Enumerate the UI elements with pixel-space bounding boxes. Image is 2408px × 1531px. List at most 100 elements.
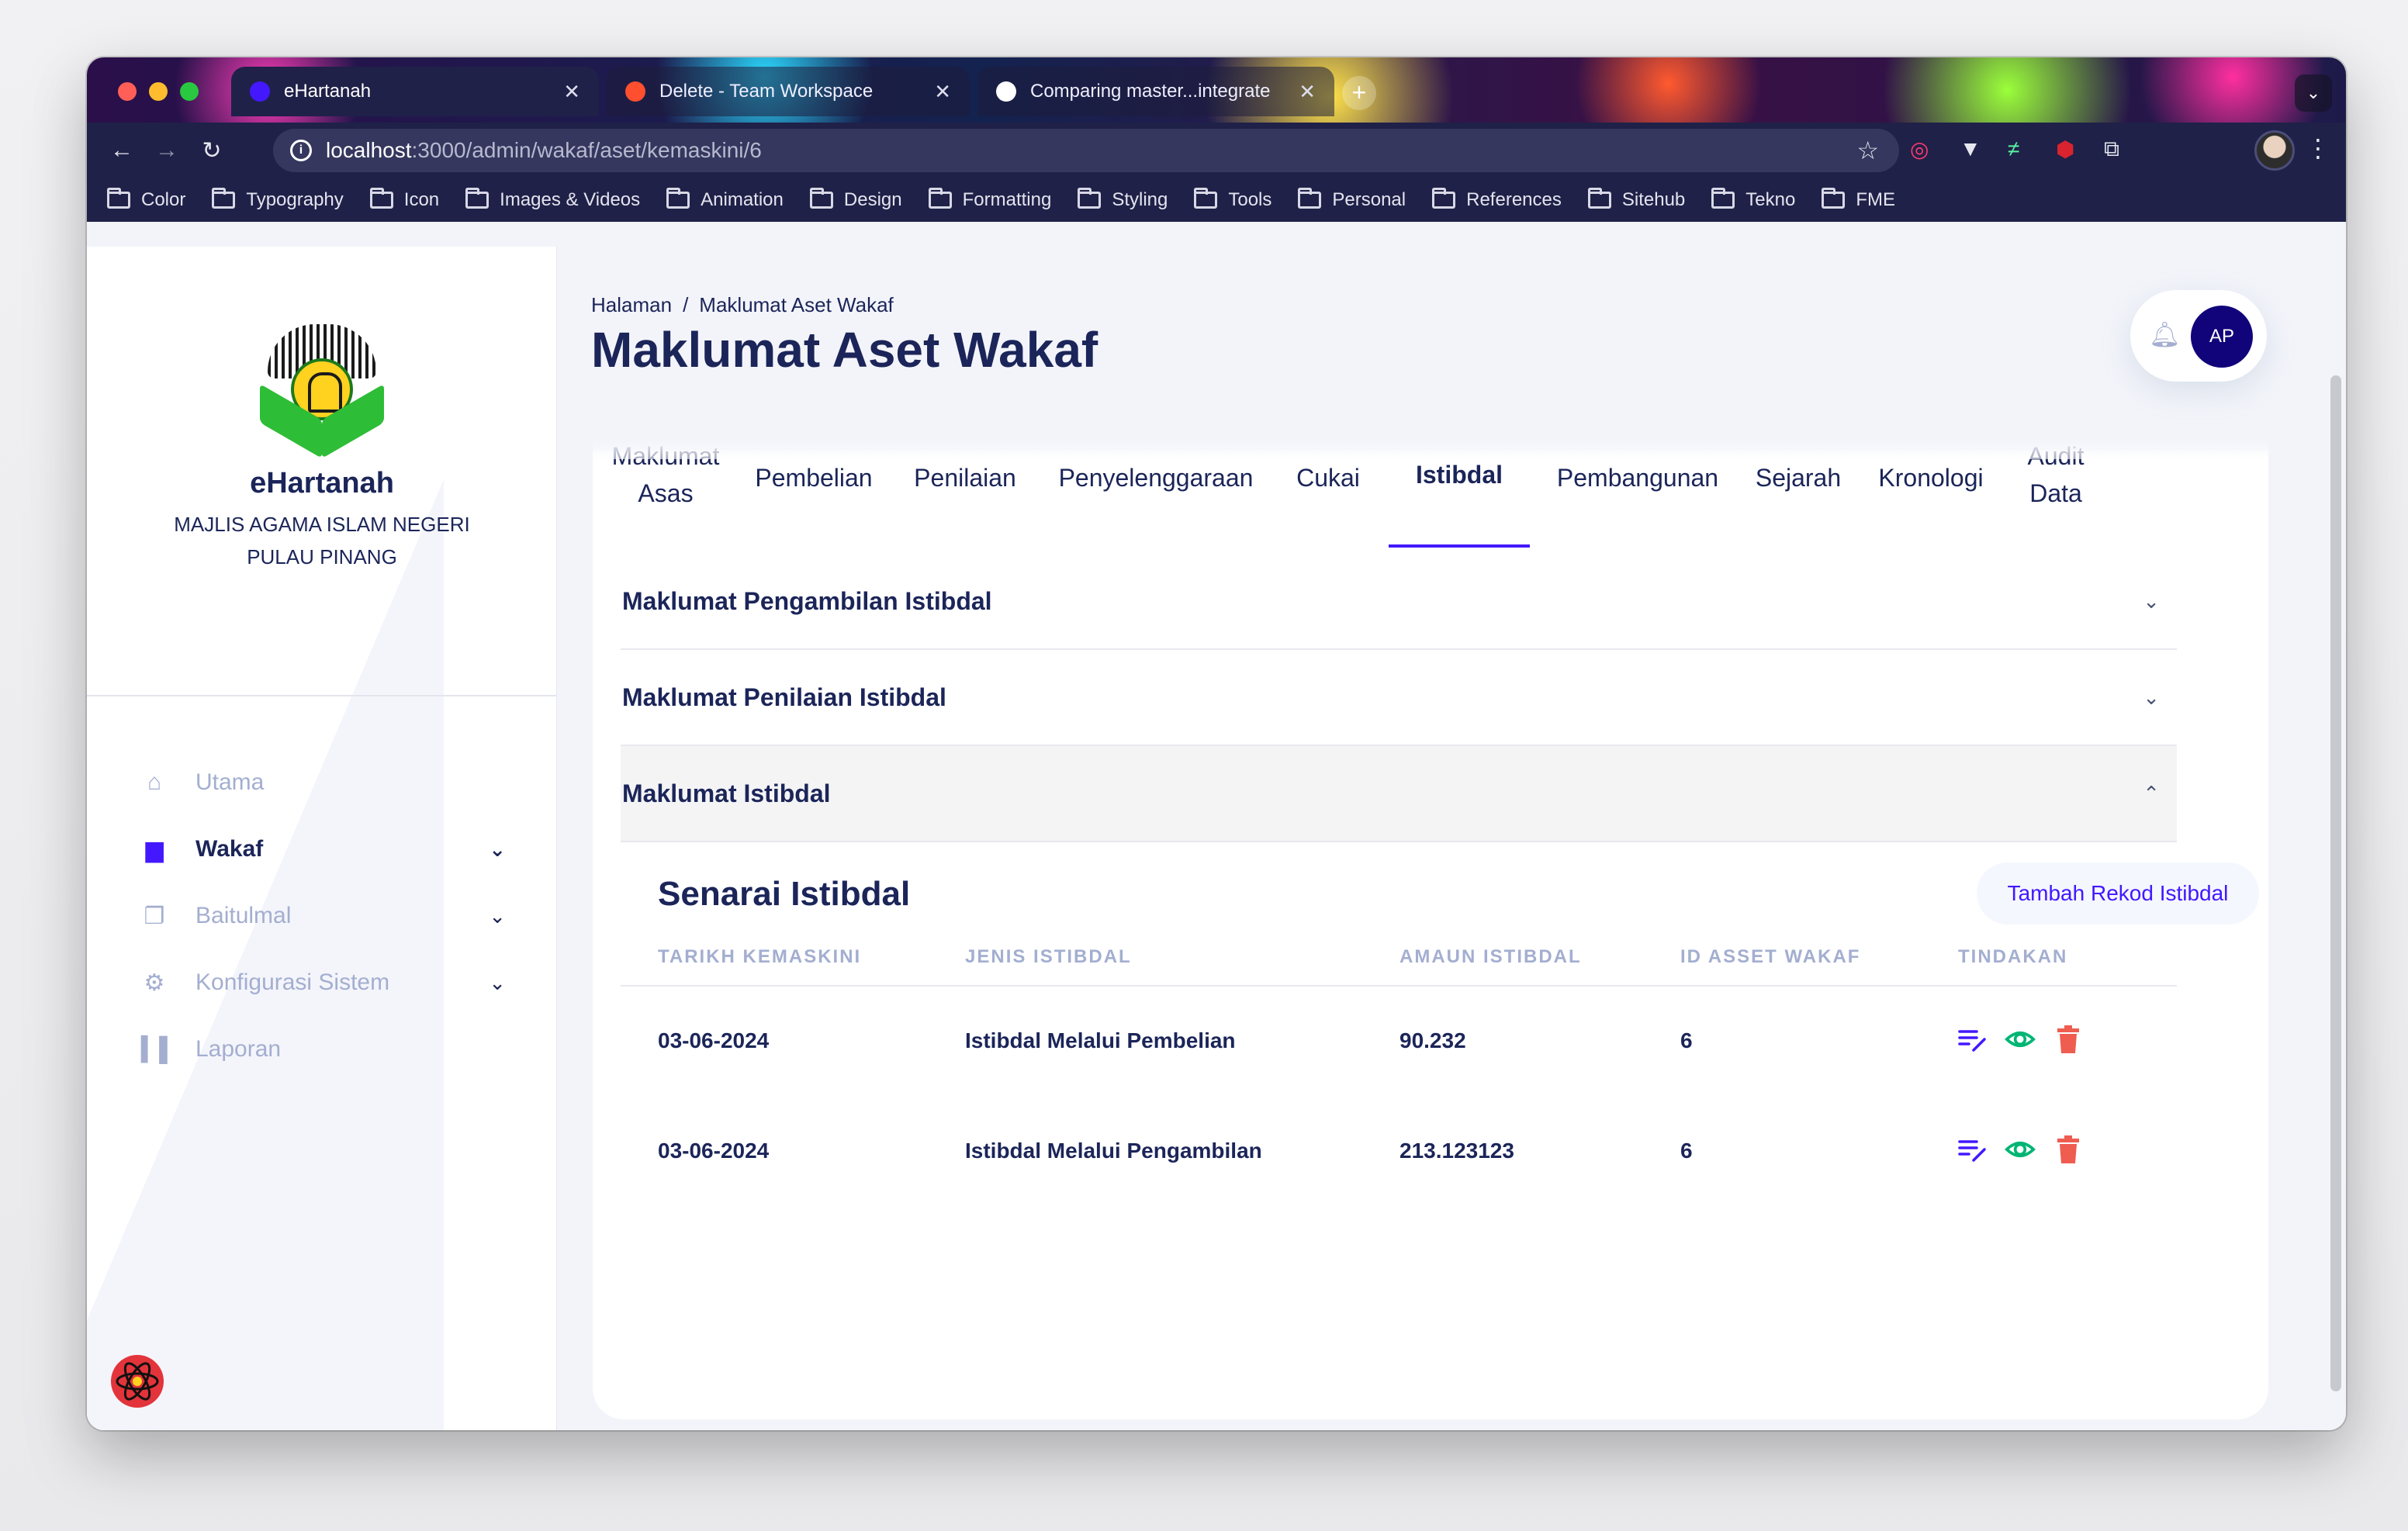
bookmark-folder[interactable]: Typography: [212, 188, 344, 211]
bookmark-folder[interactable]: Icon: [369, 188, 439, 211]
bookmark-folder[interactable]: Styling: [1078, 188, 1168, 211]
bookmark-star-icon[interactable]: ☆: [1856, 136, 1879, 165]
active-tab-underline: [1389, 544, 1530, 548]
close-tab-icon[interactable]: ✕: [563, 80, 580, 104]
tab-label: Penilaian: [914, 464, 1016, 492]
tab-search-button[interactable]: ⌄: [2295, 74, 2332, 112]
tab-pembelian[interactable]: Pembelian: [748, 450, 880, 548]
edit-icon[interactable]: [1956, 1024, 1988, 1055]
cell-type: Istibdal Melalui Pengambilan: [965, 1139, 1262, 1163]
column-header: TINDAKAN: [1958, 946, 2068, 967]
url-path: :3000/admin/wakaf/aset/kemaskini/6: [411, 138, 762, 162]
tab-penilaian[interactable]: Penilaian: [908, 450, 1022, 548]
folder-icon: [1822, 188, 1846, 209]
sidebar-item-label: Baitulmal: [195, 903, 292, 928]
breadcrumb: Halaman / Maklumat Aset Wakaf: [591, 293, 894, 317]
tab-kronologi[interactable]: Kronologi: [1873, 450, 1989, 548]
sidebar-item-konfigurasi-sistem[interactable]: ⚙ Konfigurasi Sistem ⌄: [141, 949, 529, 1016]
github-favicon: [996, 81, 1016, 102]
bookmark-folder[interactable]: Animation: [666, 188, 784, 211]
tab-pembangunan[interactable]: Pembangunan: [1552, 450, 1724, 548]
new-tab-button[interactable]: +: [1342, 76, 1376, 110]
bookmark-label: References: [1466, 189, 1562, 210]
bookmark-folder[interactable]: References: [1432, 188, 1562, 211]
table-row: 03-06-2024 Istibdal Melalui Pengambilan …: [621, 1098, 2177, 1208]
tab-title: eHartanah: [284, 81, 372, 102]
tab-label: Penyelenggaraan: [1058, 464, 1254, 492]
section-title: Senarai Istibdal: [658, 875, 911, 913]
extensions-puzzle-icon[interactable]: ⧉: [2104, 137, 2119, 162]
tab-sejarah[interactable]: Sejarah: [1750, 450, 1846, 548]
header-fade: [593, 439, 2268, 459]
extension-icon[interactable]: ◎: [1910, 137, 1929, 162]
tab-istibdal[interactable]: Istibdal: [1389, 447, 1530, 548]
ublock-icon[interactable]: ⬢: [2056, 137, 2074, 162]
add-istibdal-button[interactable]: Tambah Rekod Istibdal: [1977, 862, 2259, 924]
chevron-down-icon[interactable]: ⌄: [489, 838, 506, 862]
bookmark-folder[interactable]: Sitehub: [1587, 188, 1685, 211]
minimize-window-button[interactable]: [149, 82, 168, 101]
tab-penyelenggaraan[interactable]: Penyelenggaraan: [1049, 450, 1263, 548]
close-tab-icon[interactable]: ✕: [934, 80, 951, 104]
view-eye-icon[interactable]: [2005, 1024, 2036, 1055]
tab-label: Sejarah: [1755, 464, 1842, 492]
avatar[interactable]: AP: [2191, 306, 2253, 368]
browser-tab-comparing[interactable]: Comparing master...integrate ✕: [977, 67, 1334, 116]
bookmark-folder[interactable]: Design: [809, 188, 902, 211]
profile-avatar[interactable]: [2254, 130, 2295, 171]
tab-label: Istibdal: [1415, 461, 1503, 489]
back-arrow-icon[interactable]: ←: [99, 137, 144, 164]
bell-icon[interactable]: 🔔︎: [2149, 320, 2181, 349]
sidebar-item-baitulmal[interactable]: ❐ Baitulmal ⌄: [141, 883, 529, 949]
delete-trash-icon[interactable]: [2053, 1024, 2084, 1055]
tab-cukai[interactable]: Cukai: [1289, 450, 1367, 548]
view-eye-icon[interactable]: [2005, 1134, 2036, 1165]
sidebar-item-utama[interactable]: ⌂ Utama: [141, 749, 529, 816]
react-devtools-icon[interactable]: [106, 1350, 169, 1413]
sidebar-item-laporan[interactable]: ▍▌ Laporan: [141, 1016, 529, 1083]
table-header: TARIKH KEMASKINI JENIS ISTIBDAL AMAUN IS…: [621, 929, 2177, 987]
delete-trash-icon[interactable]: [2053, 1134, 2084, 1165]
close-window-button[interactable]: [118, 82, 137, 101]
folder-icon: [1078, 188, 1102, 209]
bookmark-folder[interactable]: Color: [107, 188, 185, 211]
forward-arrow-icon[interactable]: →: [144, 137, 189, 164]
address-bar[interactable]: i localhost:3000/admin/wakaf/aset/kemask…: [273, 129, 1899, 172]
gear-icon: ⚙: [144, 969, 165, 996]
bookmark-label: Styling: [1112, 189, 1168, 210]
close-tab-icon[interactable]: ✕: [1299, 80, 1316, 104]
browser-tab-team-workspace[interactable]: Delete - Team Workspace ✕: [607, 67, 970, 116]
bookmark-folder[interactable]: Personal: [1298, 188, 1406, 211]
brand: eHartanah MAJLIS AGAMA ISLAM NEGERI PULA…: [87, 324, 556, 573]
accordion-maklumat-pengambilan-istibdal[interactable]: Maklumat Pengambilan Istibdal ⌄: [621, 554, 2177, 650]
breadcrumb-root[interactable]: Halaman: [591, 293, 672, 316]
browser-toolbar: ← → ↻ i localhost:3000/admin/wakaf/aset/…: [87, 123, 2346, 178]
browser-tab-ehartanah[interactable]: eHartanah ✕: [231, 67, 599, 116]
folder-icon: [1194, 188, 1218, 209]
column-header: TARIKH KEMASKINI: [658, 946, 862, 967]
url-host: localhost: [326, 138, 412, 162]
extension-icon[interactable]: ≠: [2008, 137, 2019, 161]
sidebar-item-wakaf[interactable]: ▆ Wakaf ⌄: [141, 816, 529, 883]
chevron-down-icon[interactable]: ⌄: [489, 904, 506, 928]
maximize-window-button[interactable]: [180, 82, 199, 101]
folder-icon: [1711, 188, 1735, 209]
bookmark-folder[interactable]: Images & Videos: [465, 188, 640, 211]
accordion-maklumat-penilaian-istibdal[interactable]: Maklumat Penilaian Istibdal ⌄: [621, 650, 2177, 746]
vue-devtools-icon[interactable]: ▼: [1960, 137, 1981, 161]
browser-menu-icon[interactable]: ⋮: [2306, 133, 2330, 163]
folder-icon: [107, 188, 130, 209]
tab-label: Pembelian: [755, 464, 873, 492]
accordion-maklumat-istibdal[interactable]: Maklumat Istibdal ⌃: [621, 746, 2177, 842]
bookmark-folder[interactable]: Tekno: [1711, 188, 1795, 211]
chevron-down-icon[interactable]: ⌄: [489, 971, 506, 995]
main-content: Halaman / Maklumat Aset Wakaf Maklumat Ase…: [557, 247, 2346, 1430]
bookmark-folder[interactable]: Tools: [1194, 188, 1271, 211]
reload-icon[interactable]: ↻: [189, 137, 234, 164]
site-info-icon[interactable]: i: [290, 140, 312, 161]
maipp-logo: [252, 324, 392, 459]
page-scrollbar[interactable]: [2330, 375, 2341, 1391]
edit-icon[interactable]: [1956, 1134, 1988, 1165]
bookmark-folder[interactable]: FME: [1822, 188, 1895, 211]
bookmark-folder[interactable]: Formatting: [928, 188, 1051, 211]
